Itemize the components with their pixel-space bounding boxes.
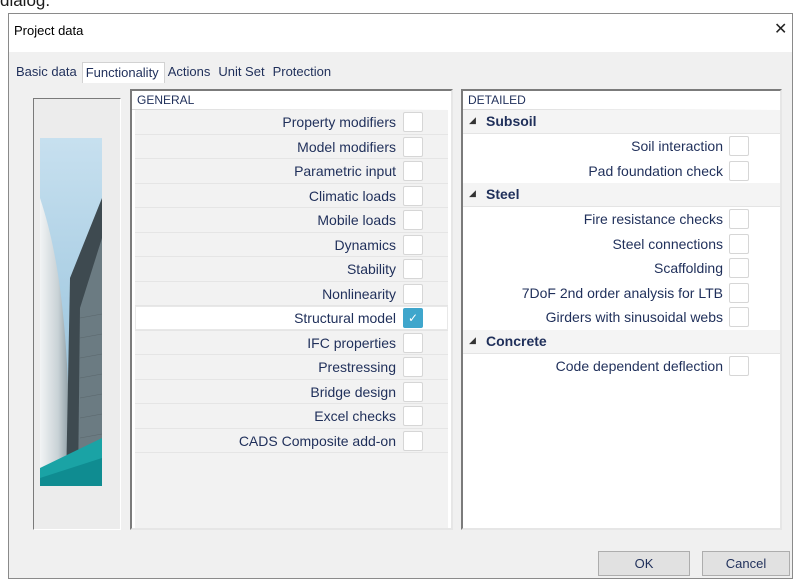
checkbox[interactable] [403,430,423,451]
option-row[interactable]: Code dependent deflection [463,354,780,379]
checkbox[interactable] [403,406,423,426]
option-row[interactable]: 7DoF 2nd order analysis for LTB [463,281,780,306]
collapse-triangle-icon[interactable]: ◢ [469,188,476,199]
option-row[interactable]: Pad foundation check [463,159,780,184]
tab-unit-set[interactable]: Unit Set [215,62,269,83]
building-photo [40,138,102,486]
checkbox[interactable] [729,307,749,327]
checkbox[interactable] [729,282,749,303]
checkbox[interactable] [729,160,749,181]
checkbox[interactable] [403,234,423,255]
checkbox[interactable] [403,283,423,304]
option-row[interactable]: Stability [135,257,448,282]
title-bar: Project data ✕ [9,14,792,52]
option-row[interactable]: Soil interaction [463,134,780,159]
checkbox[interactable] [403,136,423,157]
checkbox[interactable] [729,209,749,229]
tab-basic-data[interactable]: Basic data [13,62,82,83]
option-row-selected[interactable]: Structural model ✓ [135,306,448,331]
tab-functionality[interactable]: Functionality [81,62,165,83]
dialog-title: Project data [14,23,84,38]
option-row[interactable]: Bridge design [135,380,448,404]
checkbox[interactable] [403,259,423,279]
general-header: GENERAL [132,91,451,110]
option-row[interactable]: Nonlinearity [135,282,448,306]
option-row[interactable]: Excel checks [135,404,448,429]
option-row[interactable]: IFC properties [135,331,448,355]
checkbox[interactable] [403,161,423,181]
checkbox[interactable] [403,185,423,206]
general-list: Property modifiers Model modifiers Param… [135,110,448,528]
option-row[interactable]: Property modifiers [135,110,448,135]
tab-actions[interactable]: Actions [165,62,216,83]
tab-content: GENERAL Property modifiers Model modifie… [13,83,791,548]
check-icon: ✓ [407,311,419,325]
collapse-triangle-icon[interactable]: ◢ [469,335,476,346]
collapse-triangle-icon[interactable]: ◢ [469,115,476,126]
ok-button[interactable]: OK [598,551,690,576]
tab-strip: Basic data Functionality Actions Unit Se… [13,62,336,83]
option-row[interactable]: Fire resistance checks [463,207,780,232]
option-row[interactable]: Girders with sinusoidal webs [463,305,780,330]
group-subsoil[interactable]: ◢ Subsoil [463,110,780,134]
option-row[interactable]: Scaffolding [463,256,780,281]
checkbox[interactable] [403,357,423,377]
tab-protection[interactable]: Protection [270,62,337,83]
group-concrete[interactable]: ◢ Concrete [463,329,780,354]
checkbox[interactable] [403,112,423,132]
checkbox[interactable] [729,355,749,376]
detailed-panel: DETAILED ◢ Subsoil Soil interaction Pad f… [461,89,782,530]
close-icon[interactable]: ✕ [774,18,792,42]
option-row[interactable]: Dynamics [135,233,448,257]
dialog-footer: OK Cancel [9,546,792,578]
option-row[interactable]: Model modifiers [135,135,448,159]
checkbox-checked[interactable]: ✓ [403,308,423,328]
checkbox[interactable] [729,258,749,278]
option-row[interactable]: Mobile loads [135,208,448,233]
option-row[interactable]: CADS Composite add-on [135,429,448,453]
general-panel: GENERAL Property modifiers Model modifie… [130,89,453,530]
checkbox[interactable] [403,332,423,353]
checkbox[interactable] [403,381,423,402]
option-row[interactable]: Steel connections [463,232,780,257]
checkbox[interactable] [729,233,749,254]
checkbox[interactable] [403,210,423,230]
background-text-fragment: dialog. [0,0,51,10]
project-data-dialog: Project data ✕ Basic data Functionality … [8,13,793,579]
group-steel[interactable]: ◢ Steel [463,183,780,207]
option-row[interactable]: Prestressing [135,355,448,380]
option-row[interactable]: Parametric input [135,159,448,184]
checkbox[interactable] [729,136,749,156]
detailed-header: DETAILED [463,91,780,110]
cancel-button[interactable]: Cancel [702,551,790,576]
option-row[interactable]: Climatic loads [135,184,448,208]
